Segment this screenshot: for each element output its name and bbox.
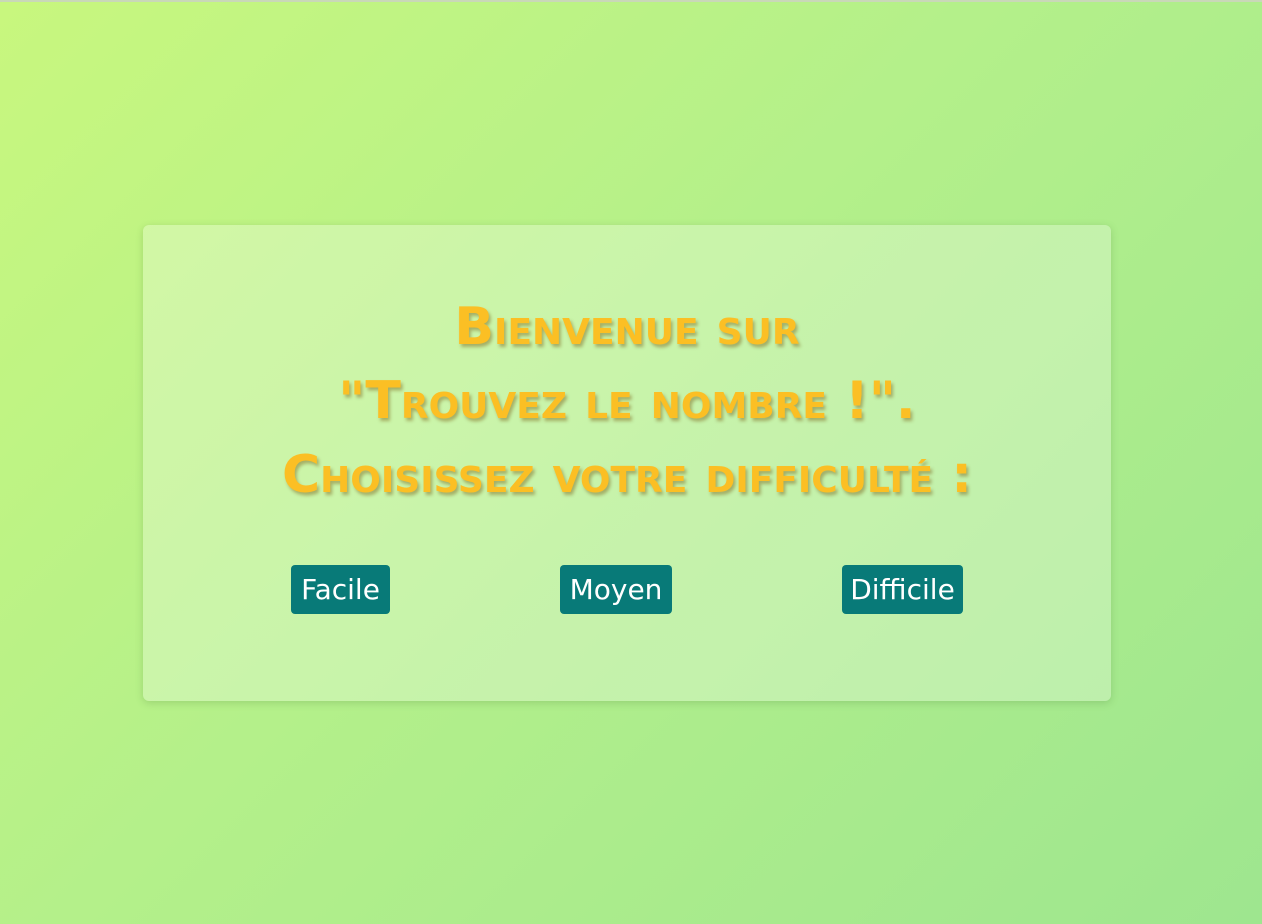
welcome-title: Bienvenue sur "Trouvez le nombre !". Cho…	[0, 290, 1254, 512]
welcome-title-line2: "Trouvez le nombre !".	[338, 371, 916, 431]
welcome-title-line1: Bienvenue sur	[454, 297, 800, 357]
welcome-title-line3: Choisissez votre difficulté :	[282, 445, 972, 505]
difficulty-medium-button[interactable]: Moyen	[560, 565, 672, 614]
top-border	[0, 0, 1262, 2]
difficulty-hard-button[interactable]: Difficile	[842, 565, 963, 614]
difficulty-easy-button[interactable]: Facile	[291, 565, 390, 614]
